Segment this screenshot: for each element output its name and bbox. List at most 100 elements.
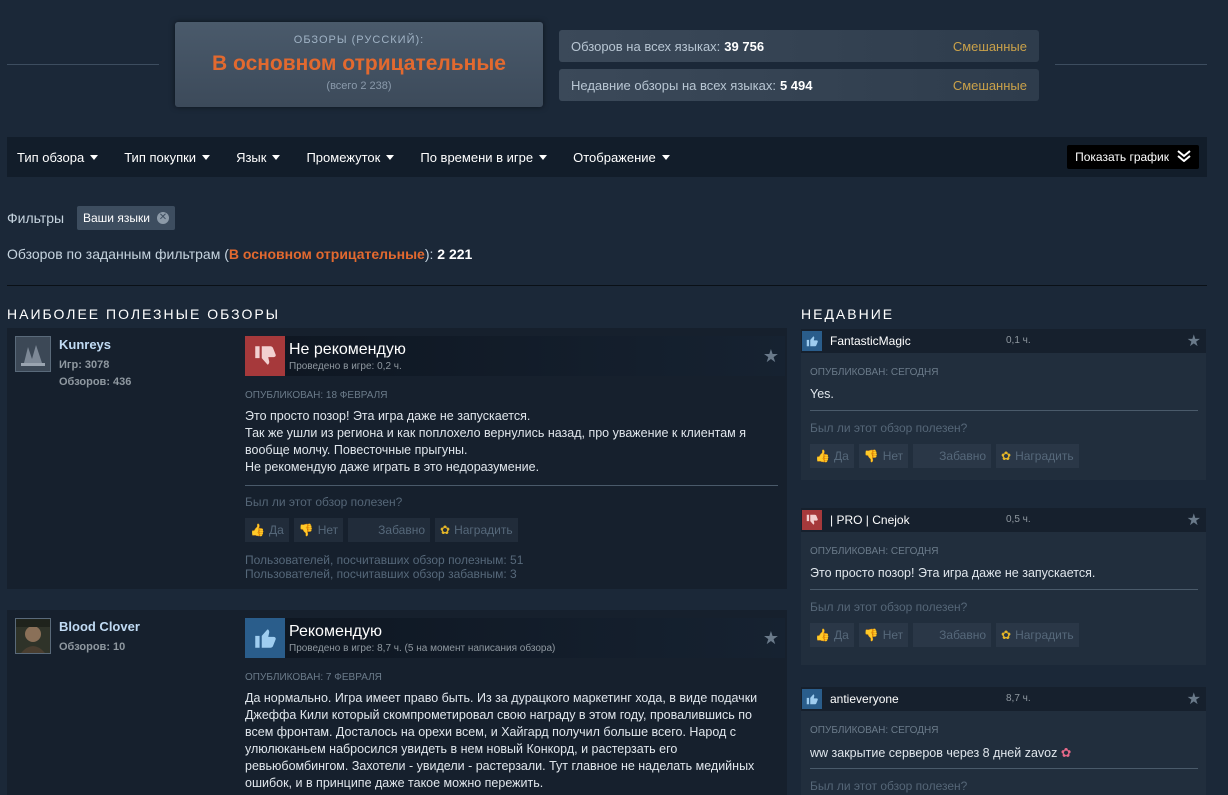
double-chevron-down-icon bbox=[1177, 149, 1191, 165]
thumbs-up-icon bbox=[245, 618, 285, 658]
recent-review-card: | PRO | Cnejok 0,5 ч. ★ ОПУБЛИКОВАН: СЕГ… bbox=[801, 508, 1206, 665]
show-graph-label: Показать график bbox=[1075, 150, 1169, 164]
recent-review-text-content: ww закрытие серверов через 8 дней zavoz bbox=[810, 746, 1058, 760]
thumbs-down-icon bbox=[245, 336, 285, 376]
award-icon: ✿ bbox=[440, 523, 451, 537]
review-text-line: Не рекомендую даже играть в это недоразу… bbox=[245, 460, 540, 474]
recent-all-languages-count: 5 494 bbox=[779, 77, 813, 93]
filter-display[interactable]: Отображение bbox=[573, 150, 670, 165]
dropdown-arrow-icon bbox=[202, 154, 211, 160]
review-verdict-title: Не рекомендую bbox=[289, 341, 406, 358]
star-award-icon[interactable]: ★ bbox=[1187, 689, 1201, 709]
review-text-line: Да нормально. Игра имеет право быть. Из … bbox=[245, 691, 758, 705]
helpful-divider bbox=[245, 485, 778, 486]
thumbs-up-icon bbox=[802, 689, 822, 709]
vote-yes-button[interactable]: 👍 Да bbox=[810, 623, 854, 647]
helpful-question: Был ли этот обзор полезен? bbox=[810, 600, 968, 614]
filtered-total-count: 2 221 bbox=[437, 246, 473, 262]
all-languages-rating[interactable]: Смешанные bbox=[953, 39, 1027, 54]
dropdown-arrow-icon bbox=[386, 154, 395, 160]
filtered-total-suffix: ): bbox=[424, 246, 434, 262]
header-divider-right bbox=[1055, 64, 1207, 65]
vote-no-label: Нет bbox=[882, 628, 904, 642]
review-text-line: Это просто позор! Эта игра даже не запус… bbox=[245, 409, 531, 423]
star-award-icon[interactable]: ★ bbox=[1187, 510, 1201, 530]
star-award-icon[interactable]: ★ bbox=[763, 346, 779, 367]
vote-buttons: 👍 Да 👎 Нет Забавно ✿ Наградить bbox=[245, 518, 523, 542]
author-reviews-count[interactable]: Обзоров: 436 bbox=[59, 376, 131, 388]
thumbs-up-icon: 👍 bbox=[815, 628, 830, 642]
helpful-question: Был ли этот обзор полезен? bbox=[810, 779, 968, 793]
funny-count: Пользователей, посчитавших обзор забавны… bbox=[245, 567, 517, 581]
vote-no-button[interactable]: 👎 Нет bbox=[293, 518, 344, 542]
recent-author-name[interactable]: FantasticMagic bbox=[830, 334, 911, 348]
show-graph-button[interactable]: Показать график bbox=[1067, 145, 1199, 169]
thumbs-down-icon: 👎 bbox=[298, 523, 314, 537]
recent-author-name[interactable]: | PRO | Cnejok bbox=[830, 513, 910, 527]
recent-author-name[interactable]: antieveryone bbox=[830, 692, 899, 706]
review-text-line: вообще молчу. Повесточные прыгуны. bbox=[245, 443, 468, 457]
vote-funny-button[interactable]: Забавно bbox=[913, 623, 992, 647]
author-name[interactable]: Kunreys bbox=[59, 337, 111, 352]
recent-review-header: antieveryone 8,7 ч. ★ bbox=[801, 687, 1206, 711]
filter-review-type[interactable]: Тип обзора bbox=[17, 150, 99, 165]
helpful-reviews-title: НАИБОЛЕЕ ПОЛЕЗНЫЕ ОБЗОРЫ bbox=[7, 306, 281, 322]
thumbs-up-icon: 👍 bbox=[250, 523, 265, 537]
award-button[interactable]: ✿ Наградить bbox=[435, 518, 518, 542]
vote-yes-button[interactable]: 👍 Да bbox=[245, 518, 289, 542]
review-card: Kunreys Игр: 3078 Обзоров: 436 Не рекоме… bbox=[7, 328, 787, 589]
filter-date-range[interactable]: Промежуток bbox=[306, 149, 395, 165]
thumbs-up-icon bbox=[802, 331, 822, 351]
avatar[interactable] bbox=[15, 618, 51, 654]
filter-playtime[interactable]: По времени в игре bbox=[420, 150, 548, 165]
dropdown-arrow-icon bbox=[661, 154, 670, 160]
filter-label: Промежуток bbox=[306, 149, 381, 165]
helpful-divider bbox=[810, 589, 1198, 590]
recent-playtime: 0,5 ч. bbox=[1006, 514, 1031, 525]
recent-posted-date: ОПУБЛИКОВАН: СЕГОДНЯ bbox=[810, 546, 939, 557]
review-playtime: Проведено в игре: 8,7 ч. (5 на момент на… bbox=[289, 643, 556, 654]
vote-no-button[interactable]: 👎 Нет bbox=[858, 623, 909, 647]
review-playtime: Проведено в игре: 0,2 ч. bbox=[289, 361, 402, 372]
review-verdict-header: Рекомендую Проведено в игре: 8,7 ч. (5 н… bbox=[245, 618, 785, 658]
vote-no-label: Нет bbox=[882, 449, 904, 463]
recent-playtime: 0,1 ч. bbox=[1006, 335, 1031, 346]
award-label: Наградить bbox=[1015, 628, 1074, 642]
review-posted-date: ОПУБЛИКОВАН: 7 ФЕВРАЛЯ bbox=[245, 672, 382, 683]
filter-language[interactable]: Язык bbox=[236, 150, 281, 165]
vote-yes-button[interactable]: 👍 Да bbox=[810, 444, 854, 468]
recent-playtime: 8,7 ч. bbox=[1006, 693, 1031, 704]
vote-funny-label: Забавно bbox=[939, 628, 987, 642]
filter-label: Тип покупки bbox=[124, 149, 197, 165]
filter-purchase-type[interactable]: Тип покупки bbox=[124, 149, 211, 165]
thumbs-down-icon bbox=[802, 510, 822, 530]
vote-funny-button[interactable]: Забавно bbox=[913, 444, 992, 468]
vote-yes-label: Да bbox=[833, 449, 849, 463]
filtered-total-verdict: В основном отрицательные bbox=[228, 246, 425, 262]
author-name[interactable]: Blood Clover bbox=[59, 619, 140, 634]
star-award-icon[interactable]: ★ bbox=[1187, 331, 1201, 351]
author-games-count[interactable]: Игр: 3078 bbox=[59, 359, 109, 371]
filter-bar: Тип обзора Тип покупки Язык Промежуток П… bbox=[7, 137, 1207, 177]
award-button[interactable]: ✿ Наградить bbox=[996, 444, 1079, 468]
remove-filter-icon[interactable]: ✕ bbox=[156, 212, 169, 224]
recent-all-languages-rating[interactable]: Смешанные bbox=[953, 78, 1027, 93]
avatar[interactable] bbox=[15, 336, 51, 372]
review-text: Это просто позор! Эта игра даже не запус… bbox=[245, 408, 780, 476]
filter-chip-label: Ваши языки bbox=[83, 211, 150, 225]
recent-review-text: ww закрытие серверов через 8 дней zavoz … bbox=[810, 745, 1071, 760]
summary-verdict[interactable]: В основном отрицательные bbox=[175, 52, 543, 76]
award-button[interactable]: ✿ Наградить bbox=[996, 623, 1079, 647]
author-reviews-count[interactable]: Обзоров: 10 bbox=[59, 641, 125, 653]
star-award-icon[interactable]: ★ bbox=[763, 628, 779, 649]
helpful-count: Пользователей, посчитавших обзор полезны… bbox=[245, 553, 524, 567]
filtered-total: Обзоров по заданным фильтрам (В основном… bbox=[7, 246, 472, 262]
filters-label: Фильтры bbox=[7, 210, 65, 226]
all-languages-count: 39 756 bbox=[724, 38, 765, 54]
vote-no-label: Нет bbox=[317, 523, 339, 537]
award-icon: ✿ bbox=[1001, 449, 1012, 463]
vote-funny-button[interactable]: Забавно bbox=[348, 518, 431, 542]
vote-no-button[interactable]: 👎 Нет bbox=[858, 444, 909, 468]
vote-funny-label: Забавно bbox=[939, 449, 987, 463]
filter-chip-your-languages[interactable]: Ваши языки ✕ bbox=[77, 206, 175, 230]
